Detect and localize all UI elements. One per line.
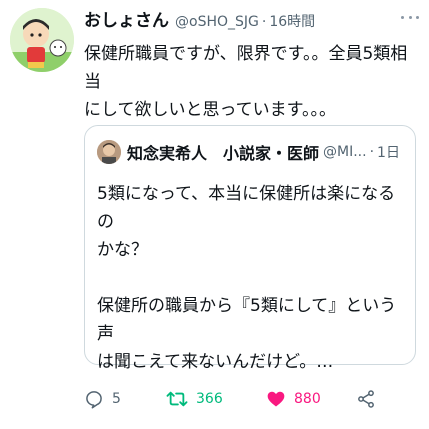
heart-icon	[267, 391, 285, 407]
share-icon	[358, 390, 374, 408]
quoted-text-line: は聞こえて来ないんだけど。…	[97, 352, 334, 372]
avatar[interactable]	[10, 8, 74, 72]
like-count: 880	[294, 391, 321, 407]
reply-count: 5	[112, 391, 121, 407]
quoted-avatar	[97, 140, 121, 164]
quoted-user-handle: @MI...	[323, 144, 367, 160]
share-button[interactable]	[356, 384, 376, 414]
quoted-tweet[interactable]: 知念実希人 小説家・医師 @MI... · 1日 5類になって、本当に保健所は楽…	[84, 125, 416, 372]
reply-button[interactable]: 5	[84, 384, 166, 414]
retweet-button[interactable]: 366	[166, 384, 266, 414]
quoted-tweet-header: 知念実希人 小説家・医師 @MI... · 1日	[97, 138, 405, 166]
quoted-display-name: 知念実希人 小説家・医師	[127, 144, 320, 163]
timestamp[interactable]: 16時間	[269, 11, 315, 31]
quoted-text-line: かな？	[97, 240, 148, 260]
more-icon[interactable]	[401, 8, 419, 26]
quoted-header-separator: ·	[369, 144, 375, 160]
like-button[interactable]: 880	[266, 384, 356, 414]
display-name[interactable]: おしょさん	[84, 6, 169, 31]
user-handle[interactable]: @oSHO_SJG	[175, 14, 259, 30]
quoted-tweet-text: 5類になって、本当に保健所は楽になるの かな？ 保健所の職員から『5類にして』と…	[97, 180, 407, 376]
tweet-header: おしょさん @oSHO_SJG · 16時間	[84, 6, 417, 32]
tweet-text: 保健所職員ですが、限界です。。全員5類相当 にして欲しいと思っています。。。	[84, 40, 416, 124]
header-separator: ·	[261, 14, 267, 30]
quoted-text-line: 保健所の職員から『5類にして』という声	[97, 296, 397, 344]
tweet-text-line: 保健所職員ですが、限界です。。全員5類相当	[84, 44, 408, 92]
tweet-text-line: にして欲しいと思っています。。。	[84, 100, 336, 120]
tweet[interactable]: おしょさん @oSHO_SJG · 16時間 保健所職員ですが、限界です。。全員…	[0, 0, 429, 429]
tweet-actions: 5 366 880	[84, 384, 416, 414]
retweet-icon	[166, 391, 188, 407]
quoted-text-line: 5類になって、本当に保健所は楽になるの	[97, 184, 396, 232]
retweet-count: 366	[196, 391, 223, 407]
avatar-image	[10, 8, 74, 72]
quoted-timestamp: 1日	[377, 145, 400, 161]
reply-icon	[86, 391, 102, 409]
